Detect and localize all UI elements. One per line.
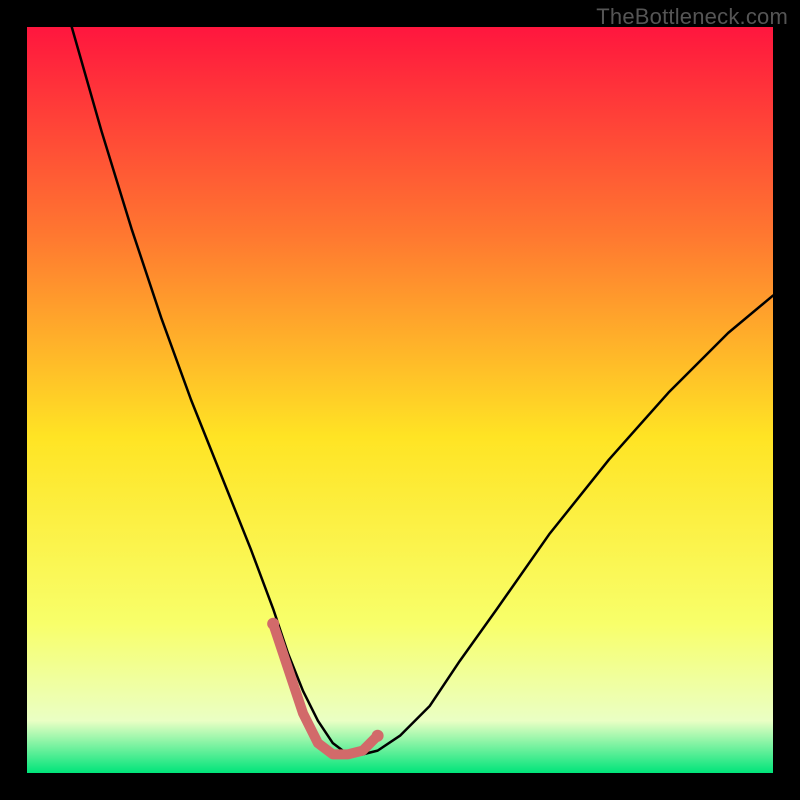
watermark-text: TheBottleneck.com — [596, 4, 788, 30]
chart-frame: TheBottleneck.com — [0, 0, 800, 800]
chart-svg — [27, 27, 773, 773]
highlight-endpoint-dot — [372, 730, 384, 742]
plot-area — [27, 27, 773, 773]
highlight-endpoint-dot — [267, 618, 279, 630]
